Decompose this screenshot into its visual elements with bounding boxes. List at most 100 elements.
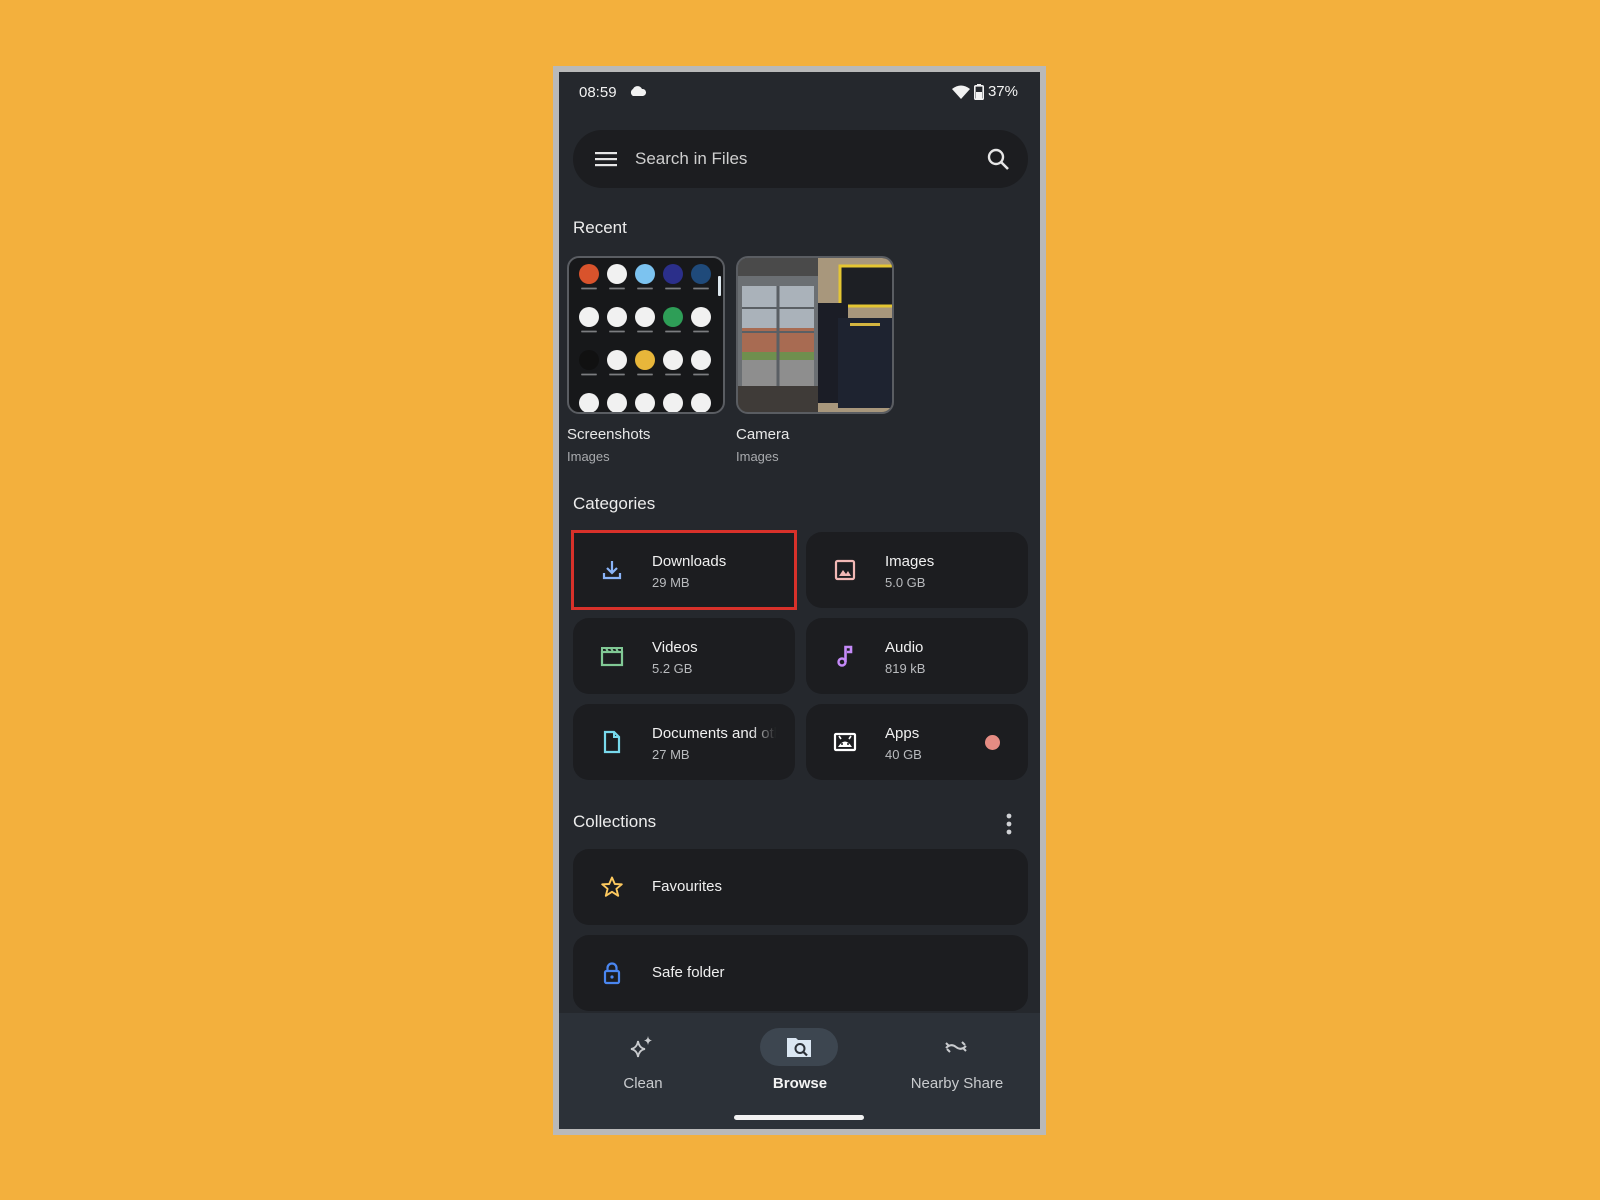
app-icon-thumb [687,350,715,376]
app-label [581,373,597,376]
app-icon-thumb [631,350,659,376]
document-icon [603,730,621,754]
status-bar: 08:59 37% [559,72,1040,112]
recent-item-type: Images [567,449,610,464]
nav-nearby-share[interactable]: Nearby Share [877,1013,1037,1103]
app-icon [579,307,599,327]
music-note-icon [837,645,853,667]
app-icon-thumb [687,264,715,290]
app-icon [663,264,683,284]
app-label [693,373,709,376]
app-label [609,330,625,333]
collection-name: Favourites [652,878,723,895]
app-label [693,287,709,290]
app-icon [635,307,655,327]
nav-label: Nearby Share [910,1075,1004,1092]
app-icon-thumb [687,307,715,333]
nav-browse[interactable]: Browse [720,1013,880,1103]
app-icon-thumb [659,393,687,412]
category-images[interactable]: Images 5.0 GB [806,532,1028,608]
category-size: 5.0 GB [885,575,926,590]
collection-name: Safe folder [652,964,725,981]
app-icon [663,350,683,370]
category-audio[interactable]: Audio 819 kB [806,618,1028,694]
app-icon [607,264,627,284]
category-name: Images [885,553,935,570]
app-icon [607,393,627,412]
app-icon [691,393,711,412]
search-bar[interactable]: Search in Files [573,130,1028,188]
files-app-screen: 08:59 37% Search in Files Recent Screens… [559,72,1040,1129]
app-icon [663,393,683,412]
category-name: Apps [885,725,920,742]
category-size: 27 MB [652,747,690,762]
category-size: 29 MB [652,575,690,590]
app-icon-thumb [575,393,603,412]
category-size: 5.2 GB [652,661,693,676]
app-label [637,373,653,376]
recent-title: Recent [573,218,627,237]
collection-favourites[interactable]: Favourites [573,849,1028,925]
app-icon-thumb [575,307,603,333]
app-label [609,373,625,376]
home-indicator[interactable] [734,1115,864,1120]
category-videos[interactable]: Videos 5.2 GB [573,618,795,694]
app-icon-thumb [631,393,659,412]
app-icon [579,393,599,412]
battery-icon [973,83,984,100]
app-label [581,330,597,333]
app-icon-thumb [575,264,603,290]
app-icon [635,393,655,412]
category-size: 40 GB [885,747,922,762]
app-icon-thumb [659,307,687,333]
app-icon [579,264,599,284]
phone-frame: 08:59 37% Search in Files Recent Screens… [553,66,1046,1135]
nav-label: Browse [772,1075,828,1092]
app-icon-thumb [631,264,659,290]
collection-safe-folder[interactable]: Safe folder [573,935,1028,1011]
status-time: 08:59 [579,84,617,101]
image-icon [834,559,856,581]
search-icon[interactable] [986,147,1010,171]
app-icon-thumb [687,393,715,412]
app-label [693,330,709,333]
app-icon-thumb [603,264,631,290]
recent-item-name: Camera [736,426,790,443]
battery-percent: 37% [987,83,1018,100]
categories-title: Categories [573,494,656,513]
nearby-share-icon [945,1041,967,1053]
category-apps[interactable]: Apps 40 GB [806,704,1028,780]
category-downloads[interactable]: Downloads 29 MB [571,530,797,610]
app-icon [635,264,655,284]
recent-item-camera[interactable]: Camera Images [736,256,894,464]
collections-title: Collections [573,812,657,831]
nav-clean[interactable]: Clean [563,1013,723,1103]
wifi-icon [951,85,970,99]
category-name: Videos [652,639,698,656]
thumbnail-scrollbar [718,276,721,296]
category-name: Downloads [652,553,727,570]
app-icon-thumb [659,264,687,290]
app-label [637,330,653,333]
more-vert-icon[interactable] [1006,813,1012,835]
app-icon-thumb [603,307,631,333]
app-label [665,373,681,376]
status-right: 37% [951,83,1018,100]
app-icon [663,307,683,327]
menu-icon[interactable] [595,149,617,169]
recent-item-type: Images [736,449,779,464]
search-input[interactable]: Search in Files [635,149,747,169]
app-icon [579,350,599,370]
android-icon [833,732,857,752]
app-label [581,287,597,290]
camera-thumbnail [736,256,894,414]
sparkle-icon [630,1036,652,1058]
bottom-navigation: Clean Browse Nearby Share [559,1013,1040,1129]
recent-item-screenshots[interactable]: Screenshots Images [567,256,725,464]
app-label [665,330,681,333]
lock-icon [603,962,621,985]
app-label [609,287,625,290]
video-icon [600,647,624,667]
app-label [637,287,653,290]
category-documents[interactable]: Documents and other 27 MB [573,704,795,780]
